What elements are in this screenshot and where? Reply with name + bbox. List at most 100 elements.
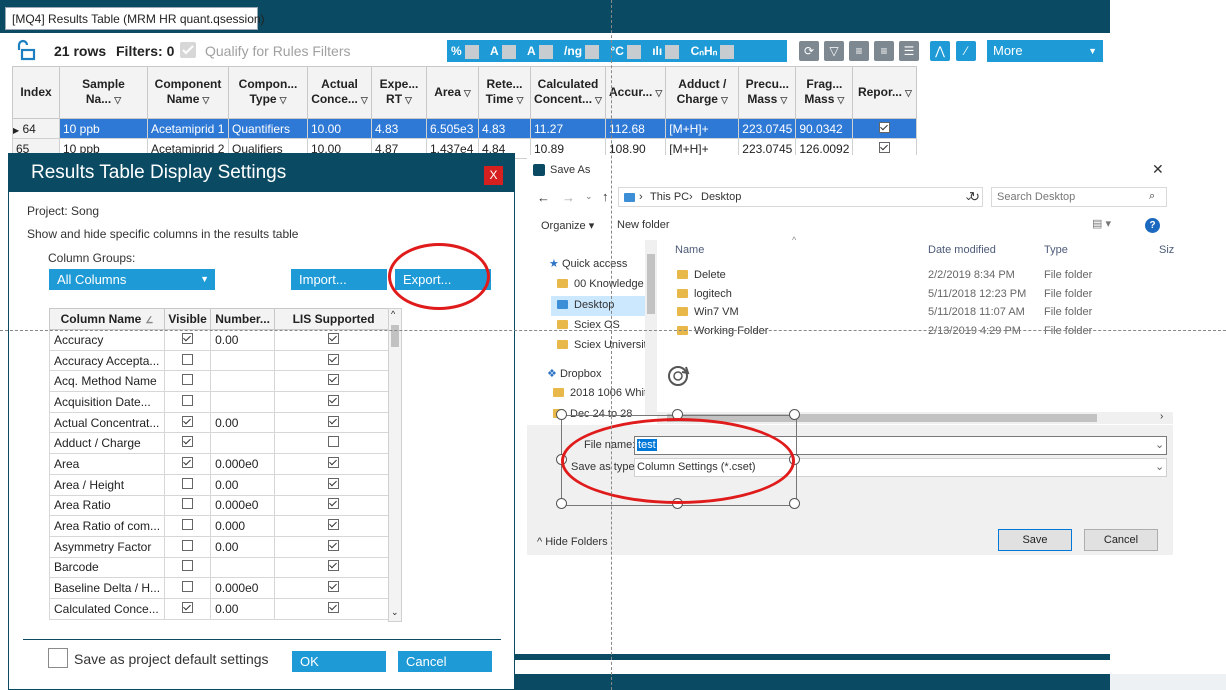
nav-folder-item[interactable]: 00 Knowledge A <box>557 278 654 290</box>
align-middle-icon[interactable]: ≡ <box>874 41 894 61</box>
col-number-header[interactable]: Number... <box>210 308 276 330</box>
address-bar[interactable]: › This PC › Desktop ⌄ <box>618 187 983 207</box>
column-setting-row[interactable]: Actual Concentrat... 0.00 <box>48 411 394 434</box>
breadcrumb-this-pc[interactable]: This PC <box>650 191 689 203</box>
col-retention-time[interactable]: Rete... Time ▽ <box>478 66 531 119</box>
lis-checkbox[interactable] <box>274 556 394 579</box>
help-icon[interactable]: ? <box>1145 218 1160 233</box>
search-box[interactable]: Search Desktop ⌕ <box>991 187 1167 207</box>
organize-button[interactable]: Organize ▾ <box>541 219 594 232</box>
lis-checkbox[interactable] <box>274 535 394 558</box>
lis-checkbox[interactable] <box>274 473 394 496</box>
col-visible-header[interactable]: Visible <box>164 308 212 330</box>
quick-access-item[interactable]: ★ Quick access <box>549 257 627 270</box>
visible-checkbox[interactable] <box>164 391 212 413</box>
rotate-handle-icon[interactable] <box>664 361 694 391</box>
column-setting-row[interactable]: Area Ratio of com... 0.000 <box>48 515 394 537</box>
nav-folder-item[interactable]: 2018 1006 White <box>553 387 653 399</box>
lis-checkbox[interactable] <box>274 515 394 537</box>
cancel-button[interactable]: Cancel <box>1084 529 1158 551</box>
col-actual-conc[interactable]: Actual Conce... ▽ <box>307 66 372 119</box>
number-format-cell[interactable]: 0.00 <box>210 597 276 620</box>
visible-checkbox[interactable] <box>164 370 212 393</box>
visible-checkbox[interactable] <box>164 494 212 517</box>
peak-icon[interactable]: ⋀ <box>930 41 950 61</box>
column-groups-select[interactable]: All Columns ▼ <box>49 269 215 290</box>
close-button[interactable]: X <box>484 166 503 185</box>
lis-checkbox[interactable] <box>274 577 394 599</box>
cancel-button[interactable]: Cancel <box>398 651 492 672</box>
col-calculated-conc[interactable]: Calculated Concent... ▽ <box>530 66 606 119</box>
reportable-checkbox[interactable] <box>852 118 918 139</box>
visible-checkbox[interactable] <box>164 473 212 496</box>
lis-checkbox[interactable] <box>274 349 394 372</box>
col-date-header[interactable]: Date modified <box>928 244 996 256</box>
col-area[interactable]: Area ▽ <box>426 66 479 119</box>
new-folder-button[interactable]: New folder <box>617 219 670 231</box>
column-setting-row[interactable]: Asymmetry Factor 0.00 <box>48 535 394 558</box>
save-as-close-button[interactable]: ✕ <box>1152 161 1164 178</box>
column-setting-row[interactable]: Area Ratio 0.000e0 <box>48 494 394 517</box>
column-setting-row[interactable]: Accuracy 0.00 <box>48 329 394 351</box>
chart-button[interactable]: ılı <box>648 40 683 62</box>
unit-format-button[interactable]: /ng <box>560 40 603 62</box>
unlock-icon[interactable] <box>14 39 36 61</box>
column-setting-row[interactable]: Area / Height 0.00 <box>48 473 394 496</box>
number-format-cell[interactable]: 0.00 <box>210 535 276 558</box>
visible-checkbox[interactable] <box>164 535 212 558</box>
number-format-cell[interactable] <box>210 370 276 393</box>
nav-scrollbar[interactable] <box>645 240 657 415</box>
percent-format-button[interactable]: % <box>447 40 483 62</box>
temperature-button[interactable]: °C <box>606 40 644 62</box>
col-sample-name[interactable]: Sample Na... ▽ <box>59 66 148 119</box>
resize-handle[interactable] <box>789 409 800 420</box>
formula-button[interactable]: CₙHₙ <box>687 40 739 62</box>
column-setting-row[interactable]: Acquisition Date... <box>48 391 394 413</box>
lis-checkbox[interactable] <box>274 453 394 475</box>
save-default-checkbox[interactable] <box>48 648 68 668</box>
column-setting-row[interactable]: Area 0.000e0 <box>48 453 394 475</box>
lis-checkbox[interactable] <box>274 411 394 434</box>
col-lis-header[interactable]: LIS Supported <box>274 308 394 330</box>
up-arrow-icon[interactable]: ↑ <box>602 189 609 204</box>
number-format-cell[interactable]: 0.00 <box>210 411 276 434</box>
column-setting-row[interactable]: Adduct / Charge <box>48 432 394 455</box>
qualify-checkbox[interactable] <box>180 42 196 58</box>
text-format-button[interactable]: A <box>523 40 557 62</box>
visible-checkbox[interactable] <box>164 349 212 372</box>
resize-handle[interactable] <box>556 409 567 420</box>
resize-handle[interactable] <box>556 498 567 509</box>
lis-checkbox[interactable] <box>274 432 394 455</box>
col-precursor-mass[interactable]: Precu... Mass ▽ <box>738 66 797 119</box>
column-setting-row[interactable]: Accuracy Accepta... <box>48 349 394 372</box>
hide-folders-button[interactable]: ^ Hide Folders <box>537 536 608 548</box>
number-format-cell[interactable]: 0.000e0 <box>210 453 276 475</box>
col-reportable[interactable]: Repor... ▽ <box>852 66 918 119</box>
col-type-header[interactable]: Type <box>1044 244 1068 256</box>
align-top-icon[interactable]: ≡ <box>849 41 869 61</box>
lis-checkbox[interactable] <box>274 494 394 517</box>
column-setting-row[interactable]: Acq. Method Name <box>48 370 394 393</box>
history-chevron-icon[interactable]: ⌄ <box>585 191 593 202</box>
visible-checkbox[interactable] <box>164 577 212 599</box>
column-setting-row[interactable]: Calculated Conce... 0.00 <box>48 597 394 620</box>
forward-arrow-icon[interactable]: → <box>562 190 575 205</box>
col-component-name[interactable]: Component Name ▽ <box>147 66 229 119</box>
number-format-cell[interactable]: 0.00 <box>210 473 276 496</box>
lis-checkbox[interactable] <box>274 329 394 351</box>
col-name-header[interactable]: Column Name ∠ <box>48 308 166 330</box>
more-dropdown[interactable]: More ▼ <box>987 40 1103 62</box>
import-button[interactable]: Import... <box>291 269 387 290</box>
view-options-icon[interactable]: ▤ ▾ <box>1092 217 1111 230</box>
refresh-icon[interactable]: ⟳ <box>799 41 819 61</box>
document-tab[interactable]: [MQ4] Results Table (MRM HR quant.qsessi… <box>5 7 265 30</box>
column-setting-row[interactable]: Baseline Delta / H... 0.000e0 <box>48 577 394 599</box>
col-component-type[interactable]: Compon... Type ▽ <box>228 66 308 119</box>
col-adduct-charge[interactable]: Adduct / Charge ▽ <box>665 66 740 119</box>
back-arrow-icon[interactable]: ← <box>537 190 550 205</box>
dropbox-item[interactable]: ❖ Dropbox <box>547 367 602 380</box>
refresh-icon[interactable]: ↻ <box>969 189 980 205</box>
number-format-cell[interactable] <box>210 391 276 413</box>
visible-checkbox[interactable] <box>164 329 212 351</box>
visible-checkbox[interactable] <box>164 411 212 434</box>
